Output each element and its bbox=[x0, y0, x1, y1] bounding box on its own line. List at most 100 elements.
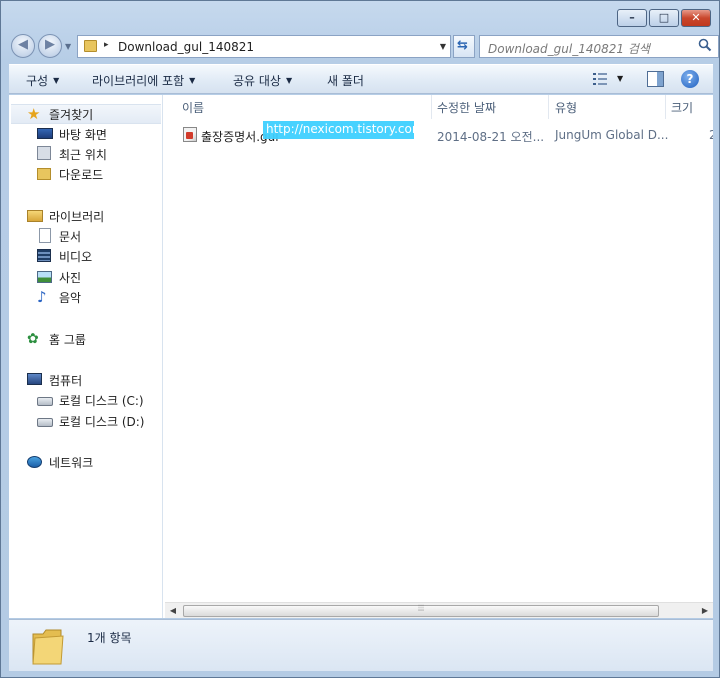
watermark-overlay: http://nexicom.tistory.com bbox=[263, 121, 424, 139]
maximize-button[interactable]: □ bbox=[649, 9, 679, 27]
sidebar-item-label: 컴퓨터 bbox=[49, 373, 83, 388]
new-folder-label: 새 폴더 bbox=[327, 74, 364, 88]
column-divider[interactable] bbox=[431, 95, 432, 119]
view-options-dropdown-icon[interactable]: ▼ bbox=[617, 74, 623, 83]
sidebar-item-desktop[interactable]: 바탕 화면 bbox=[37, 124, 107, 144]
pictures-icon bbox=[37, 269, 53, 285]
homegroup-icon: ✿ bbox=[27, 331, 39, 347]
sidebar-item-downloads[interactable]: 다운로드 bbox=[37, 164, 103, 184]
recent-pages-dropdown[interactable]: ▼ bbox=[65, 42, 71, 51]
search-box[interactable]: Download_gul_140821 검색 bbox=[479, 35, 719, 58]
sidebar-item-local-disk-d[interactable]: 로컬 디스크 (D:) bbox=[37, 411, 144, 431]
navigation-pane: ★ 즐겨찾기 바탕 화면 최근 위치 다운로드 라이브러리 문서 비디오 사진 … bbox=[9, 95, 163, 618]
maximize-icon: □ bbox=[658, 11, 670, 24]
include-in-library-button[interactable]: 라이브러리에 포함 ▼ bbox=[92, 72, 195, 89]
videos-icon bbox=[37, 248, 53, 264]
local-disk-c-icon bbox=[37, 392, 53, 408]
column-header-size[interactable]: 크기 bbox=[671, 99, 693, 116]
refresh-icon: ⇆ bbox=[457, 38, 468, 53]
sidebar-item-computer[interactable]: 컴퓨터 bbox=[27, 370, 82, 390]
address-history-dropdown-icon[interactable]: ▼ bbox=[440, 42, 446, 51]
sort-ascending-icon: ^ bbox=[298, 95, 306, 101]
sidebar-item-label: 홈 그룹 bbox=[49, 332, 86, 347]
sidebar-item-label: 로컬 디스크 (C:) bbox=[59, 393, 144, 408]
scroll-left-icon[interactable]: ◀ bbox=[165, 603, 181, 618]
folder-icon bbox=[84, 40, 97, 52]
address-bar[interactable]: ▸ Download_gul_140821 ▼ bbox=[77, 35, 451, 58]
item-count: 1개 항목 bbox=[87, 631, 132, 645]
search-icon[interactable] bbox=[698, 38, 712, 52]
gul-file-icon bbox=[183, 127, 197, 142]
chevron-down-icon: ▼ bbox=[285, 76, 293, 85]
details-pane: 1개 항목 bbox=[9, 619, 713, 671]
organize-label: 구성 bbox=[26, 74, 49, 88]
minimize-button[interactable]: – bbox=[617, 9, 647, 27]
new-folder-button[interactable]: 새 폴더 bbox=[327, 72, 364, 89]
preview-pane-icon[interactable] bbox=[647, 71, 664, 87]
sidebar-item-videos[interactable]: 비디오 bbox=[37, 246, 92, 266]
forward-button[interactable]: ▶ bbox=[38, 34, 62, 58]
folder-icon bbox=[32, 629, 64, 665]
chevron-down-icon: ▼ bbox=[189, 76, 196, 85]
refresh-button[interactable]: ⇆ bbox=[453, 35, 475, 58]
file-size: 2 bbox=[709, 128, 713, 142]
music-icon: ♪ bbox=[37, 288, 47, 306]
sidebar-item-favorites[interactable]: ★ 즐겨찾기 bbox=[11, 104, 161, 124]
sidebar-item-label: 사진 bbox=[59, 270, 82, 285]
sidebar-item-label: 문서 bbox=[59, 229, 82, 244]
table-row[interactable]: 출장증명서.gul 2014-08-21 오전... JungUm Global… bbox=[179, 126, 713, 144]
sidebar-item-pictures[interactable]: 사진 bbox=[37, 267, 81, 287]
documents-icon bbox=[37, 228, 53, 244]
sidebar-item-network[interactable]: 네트워크 bbox=[27, 452, 93, 472]
downloads-icon bbox=[37, 166, 53, 182]
help-icon[interactable]: ? bbox=[681, 70, 699, 88]
sidebar-item-label: 네트워크 bbox=[49, 455, 94, 470]
breadcrumb-current-folder[interactable]: Download_gul_140821 bbox=[118, 40, 254, 54]
explorer-window: – □ ✕ ◀ ▶ ▼ ▸ Download_gul_140821 ▼ ⇆ Do… bbox=[0, 0, 720, 678]
command-bar: 구성 ▼ 라이브러리에 포함 ▼ 공유 대상 ▼ 새 폴더 ▼ ? bbox=[9, 64, 713, 94]
local-disk-d-icon bbox=[37, 413, 53, 429]
scrollbar-thumb[interactable]: ⦙⦙⦙ bbox=[183, 604, 659, 617]
forward-arrow-icon: ▶ bbox=[45, 37, 55, 52]
share-with-button[interactable]: 공유 대상 ▼ bbox=[233, 72, 292, 89]
change-view-icon[interactable] bbox=[593, 73, 607, 85]
sidebar-item-label: 바탕 화면 bbox=[59, 127, 107, 142]
sidebar-item-documents[interactable]: 문서 bbox=[37, 226, 81, 246]
scroll-grip-icon: ⦙⦙⦙ bbox=[418, 604, 425, 614]
sidebar-item-recent-places[interactable]: 최근 위치 bbox=[37, 144, 107, 164]
breadcrumb-separator-icon[interactable]: ▸ bbox=[104, 40, 109, 50]
scroll-right-icon[interactable]: ▶ bbox=[697, 603, 713, 618]
sidebar-item-music[interactable]: ♪ 음악 bbox=[37, 287, 81, 307]
favorites-star-icon: ★ bbox=[27, 105, 41, 123]
file-type: JungUm Global D... bbox=[555, 128, 669, 142]
sidebar-item-label: 비디오 bbox=[59, 249, 93, 264]
column-header-date-modified[interactable]: 수정한 날짜 bbox=[437, 99, 496, 116]
sidebar-item-label: 음악 bbox=[59, 290, 82, 305]
sidebar-item-local-disk-c[interactable]: 로컬 디스크 (C:) bbox=[37, 390, 144, 410]
sidebar-item-libraries[interactable]: 라이브러리 bbox=[27, 206, 104, 226]
sidebar-item-homegroup[interactable]: ✿ 홈 그룹 bbox=[27, 329, 86, 349]
back-arrow-icon: ◀ bbox=[18, 37, 28, 52]
navigation-bar: ◀ ▶ ▼ ▸ Download_gul_140821 ▼ ⇆ Download… bbox=[9, 33, 719, 59]
column-divider[interactable] bbox=[665, 95, 666, 119]
back-button[interactable]: ◀ bbox=[11, 34, 35, 58]
network-icon bbox=[27, 454, 43, 470]
sidebar-item-label: 라이브러리 bbox=[49, 209, 105, 224]
sidebar-item-label: 최근 위치 bbox=[59, 147, 107, 162]
desktop-icon bbox=[37, 126, 53, 142]
close-button[interactable]: ✕ bbox=[681, 9, 711, 27]
minimize-icon: – bbox=[629, 11, 635, 24]
search-placeholder: Download_gul_140821 검색 bbox=[488, 42, 650, 56]
file-date-modified: 2014-08-21 오전... bbox=[437, 130, 545, 144]
organize-button[interactable]: 구성 ▼ bbox=[26, 72, 59, 89]
computer-icon bbox=[27, 372, 43, 388]
sidebar-item-label: 즐겨찾기 bbox=[49, 107, 94, 122]
libraries-icon bbox=[27, 208, 43, 224]
column-divider[interactable] bbox=[548, 95, 549, 119]
recent-places-icon bbox=[37, 146, 53, 162]
chevron-down-icon: ▼ bbox=[53, 76, 60, 85]
column-header-type[interactable]: 유형 bbox=[555, 99, 577, 116]
column-header-name[interactable]: 이름 bbox=[182, 99, 204, 116]
horizontal-scrollbar[interactable]: ◀ ⦙⦙⦙ ▶ bbox=[165, 602, 713, 618]
share-with-label: 공유 대상 bbox=[233, 74, 281, 88]
